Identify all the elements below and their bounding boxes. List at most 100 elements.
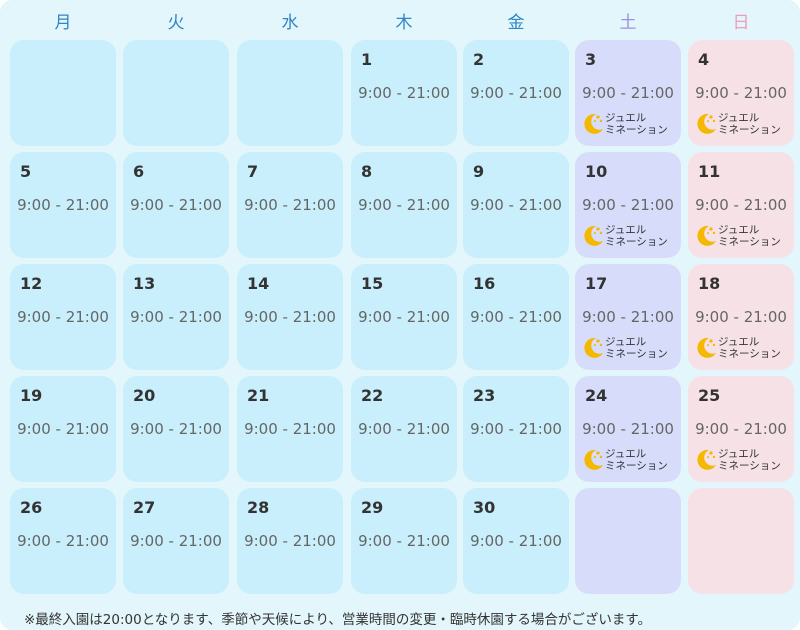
event-label-line1: ジュエル [718, 224, 760, 236]
day-number: 24 [585, 386, 608, 405]
moon-icon [584, 113, 603, 134]
opening-hours: 9:00 - 21:00 [695, 84, 787, 102]
opening-hours: 9:00 - 21:00 [358, 84, 450, 102]
opening-hours: 9:00 - 21:00 [695, 420, 787, 438]
jewel-illumination-badge: ジュエル ミネーション [694, 223, 792, 249]
opening-hours-calendar: 月火水木金土日 1 9:00 - 21:00 2 9:00 - 21:00 3 9:00 … [0, 0, 800, 630]
day-number: 21 [247, 386, 270, 405]
day-cell-10: 10 9:00 - 21:00 ジュエル ミネーション [575, 152, 681, 258]
opening-hours: 9:00 - 21:00 [358, 308, 450, 326]
opening-hours: 9:00 - 21:00 [582, 420, 674, 438]
event-label-line1: ジュエル [605, 336, 647, 348]
opening-hours: 9:00 - 21:00 [130, 196, 222, 214]
opening-hours: 9:00 - 21:00 [244, 532, 336, 550]
day-number: 28 [247, 498, 270, 517]
opening-hours: 9:00 - 21:00 [17, 532, 109, 550]
day-cell-30: 30 9:00 - 21:00 [463, 488, 569, 594]
day-cell-3: 3 9:00 - 21:00 ジュエル ミネーション [575, 40, 681, 146]
empty-day-cell [10, 40, 116, 146]
day-number: 26 [20, 498, 43, 517]
opening-hours: 9:00 - 21:00 [17, 420, 109, 438]
opening-hours: 9:00 - 21:00 [130, 420, 222, 438]
jewel-illumination-badge: ジュエル ミネーション [581, 335, 679, 361]
jewel-illumination-badge: ジュエル ミネーション [581, 447, 679, 473]
day-cell-14: 14 9:00 - 21:00 [237, 264, 343, 370]
day-number: 5 [20, 162, 32, 181]
opening-hours: 9:00 - 21:00 [358, 420, 450, 438]
event-label-line1: ジュエル [605, 224, 647, 236]
day-cell-11: 11 9:00 - 21:00 ジュエル ミネーション [688, 152, 794, 258]
event-label-line2: ミネーション [718, 348, 781, 360]
opening-hours: 9:00 - 21:00 [695, 196, 787, 214]
empty-day-cell [123, 40, 229, 146]
day-number: 25 [698, 386, 721, 405]
day-cell-5: 5 9:00 - 21:00 [10, 152, 116, 258]
day-number: 15 [361, 274, 384, 293]
event-label-line2: ミネーション [605, 124, 668, 136]
opening-hours: 9:00 - 21:00 [130, 532, 222, 550]
day-cell-9: 9 9:00 - 21:00 [463, 152, 569, 258]
opening-hours: 9:00 - 21:00 [358, 196, 450, 214]
jewel-illumination-badge: ジュエル ミネーション [581, 111, 679, 137]
day-cell-24: 24 9:00 - 21:00 ジュエル ミネーション [575, 376, 681, 482]
moon-icon [697, 449, 716, 470]
day-cell-16: 16 9:00 - 21:00 [463, 264, 569, 370]
day-number: 18 [698, 274, 721, 293]
jewel-illumination-badge: ジュエル ミネーション [694, 447, 792, 473]
event-label-line1: ジュエル [605, 448, 647, 460]
calendar-grid: 1 9:00 - 21:00 2 9:00 - 21:00 3 9:00 - 21:00 ジ… [0, 0, 800, 600]
event-label-line2: ミネーション [718, 236, 781, 248]
day-cell-28: 28 9:00 - 21:00 [237, 488, 343, 594]
day-cell-13: 13 9:00 - 21:00 [123, 264, 229, 370]
day-cell-1: 1 9:00 - 21:00 [351, 40, 457, 146]
event-label-line1: ジュエル [605, 112, 647, 124]
moon-icon [697, 225, 716, 246]
day-cell-8: 8 9:00 - 21:00 [351, 152, 457, 258]
opening-hours: 9:00 - 21:00 [470, 308, 562, 326]
day-number: 3 [585, 50, 597, 69]
day-cell-17: 17 9:00 - 21:00 ジュエル ミネーション [575, 264, 681, 370]
opening-hours: 9:00 - 21:00 [470, 196, 562, 214]
event-label-line1: ジュエル [718, 112, 760, 124]
day-cell-29: 29 9:00 - 21:00 [351, 488, 457, 594]
event-label-line2: ミネーション [605, 348, 668, 360]
day-number: 29 [361, 498, 384, 517]
day-number: 23 [473, 386, 496, 405]
day-cell-18: 18 9:00 - 21:00 ジュエル ミネーション [688, 264, 794, 370]
day-number: 16 [473, 274, 496, 293]
jewel-illumination-badge: ジュエル ミネーション [694, 111, 792, 137]
day-number: 22 [361, 386, 384, 405]
moon-icon [697, 337, 716, 358]
day-number: 6 [133, 162, 145, 181]
day-number: 1 [361, 50, 373, 69]
moon-icon [697, 113, 716, 134]
day-number: 12 [20, 274, 43, 293]
day-cell-25: 25 9:00 - 21:00 ジュエル ミネーション [688, 376, 794, 482]
event-label-line1: ジュエル [718, 448, 760, 460]
day-cell-6: 6 9:00 - 21:00 [123, 152, 229, 258]
day-cell-2: 2 9:00 - 21:00 [463, 40, 569, 146]
opening-hours: 9:00 - 21:00 [470, 84, 562, 102]
opening-hours: 9:00 - 21:00 [244, 308, 336, 326]
day-cell-15: 15 9:00 - 21:00 [351, 264, 457, 370]
day-number: 30 [473, 498, 496, 517]
day-number: 19 [20, 386, 43, 405]
day-number: 10 [585, 162, 608, 181]
event-label-line2: ミネーション [605, 236, 668, 248]
empty-day-cell [688, 488, 794, 594]
moon-icon [584, 225, 603, 246]
day-number: 11 [698, 162, 721, 181]
opening-hours: 9:00 - 21:00 [470, 532, 562, 550]
opening-hours: 9:00 - 21:00 [244, 420, 336, 438]
day-cell-4: 4 9:00 - 21:00 ジュエル ミネーション [688, 40, 794, 146]
day-number: 8 [361, 162, 373, 181]
day-cell-20: 20 9:00 - 21:00 [123, 376, 229, 482]
day-number: 13 [133, 274, 156, 293]
day-number: 27 [133, 498, 156, 517]
day-cell-26: 26 9:00 - 21:00 [10, 488, 116, 594]
event-label-line2: ミネーション [718, 460, 781, 472]
opening-hours: 9:00 - 21:00 [582, 196, 674, 214]
event-label-line2: ミネーション [605, 460, 668, 472]
moon-icon [584, 449, 603, 470]
opening-hours: 9:00 - 21:00 [244, 196, 336, 214]
